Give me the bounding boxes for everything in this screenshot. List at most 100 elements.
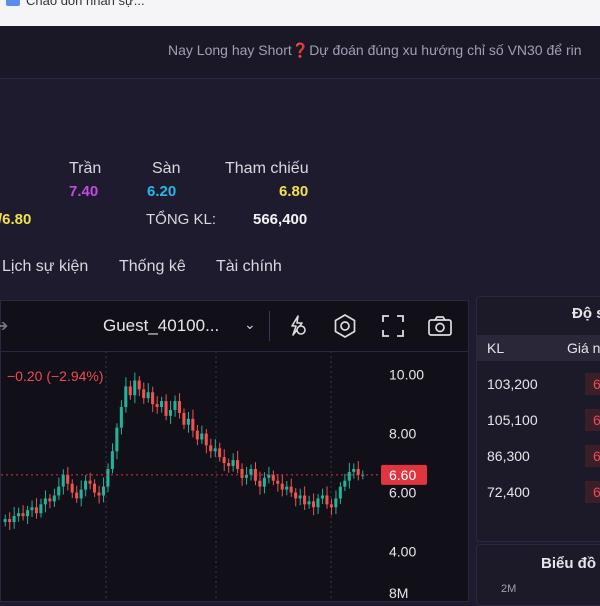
total-volume-value: 566,400	[253, 211, 308, 228]
candle-body	[39, 504, 43, 514]
floor-label: Sàn	[152, 160, 181, 177]
candle-body	[231, 460, 235, 466]
order-price-4: 6	[585, 481, 600, 503]
candle-body	[320, 495, 324, 499]
candle-body	[218, 448, 222, 458]
order-price-2: 6	[585, 409, 600, 431]
order-price-1: 6	[585, 373, 600, 395]
candle-body	[3, 519, 7, 523]
candle-body	[303, 495, 307, 505]
y-axis-tick: 4.00	[389, 544, 416, 560]
candle-body	[21, 513, 25, 517]
reference-value: 6.80	[279, 183, 309, 200]
candle-body	[311, 501, 316, 508]
candle-body	[48, 498, 52, 502]
candle-body	[79, 489, 83, 499]
order-price-3: 6	[585, 445, 600, 467]
volume-chart-title: Biểu đồ	[541, 555, 596, 572]
candle-body	[200, 433, 204, 440]
candle-body	[164, 401, 168, 416]
candle-body	[92, 483, 97, 493]
candle-body	[213, 448, 217, 452]
chart-toolbar: ➔ Guest_40100... ⌄	[0, 301, 468, 352]
candle-body	[75, 492, 79, 499]
order-book-panel: Độ s KL Giá n 103,200 6 105,100 6 86,300…	[476, 296, 600, 542]
candle-body	[249, 468, 253, 475]
volume-chart-tick: 2M	[501, 583, 517, 595]
candle-body	[8, 519, 12, 523]
candle-body	[280, 483, 284, 490]
candle-body	[195, 430, 199, 440]
candle-body	[325, 495, 329, 505]
candle-body	[101, 486, 105, 496]
candle-body	[173, 401, 177, 410]
camera-icon[interactable]	[427, 313, 453, 339]
candle-body	[128, 386, 132, 396]
candle-body	[70, 483, 74, 493]
candle-body	[88, 480, 92, 484]
reference-label: Tham chiếu	[225, 160, 309, 177]
tab-event-history[interactable]: Lịch sự kiện	[2, 258, 88, 276]
price-change-text: −0.20 (−2.94%)	[7, 368, 104, 384]
candle-body	[151, 392, 155, 405]
tab-title[interactable]: Chào đón nhân sự...	[26, 0, 145, 8]
ceiling-label: Trần	[69, 160, 102, 177]
layout-name-button[interactable]: Guest_40100...	[103, 316, 219, 336]
candle-body	[30, 507, 34, 511]
quick-search-icon[interactable]	[284, 313, 310, 339]
candle-body	[61, 474, 65, 487]
candle-body	[186, 418, 190, 425]
order-book-title: Độ s	[572, 305, 600, 322]
candle-body	[155, 404, 159, 408]
toolbar-divider	[269, 311, 270, 341]
candle-body	[124, 386, 128, 408]
candle-body	[66, 474, 70, 484]
y-axis-tick: 6.00	[389, 485, 416, 501]
candle-body	[97, 492, 101, 496]
favicon-icon	[6, 0, 20, 6]
tab-finance[interactable]: Tài chính	[216, 258, 282, 276]
y-axis-tick: 8.00	[389, 426, 416, 442]
candle-body	[329, 504, 333, 508]
candle-body	[146, 392, 150, 399]
candle-body	[119, 407, 123, 428]
candle-body	[240, 468, 244, 478]
candle-body	[298, 495, 302, 499]
candle-body	[235, 460, 240, 469]
candle-body	[338, 486, 342, 499]
chevron-down-icon[interactable]: ⌄	[244, 316, 256, 333]
promo-banner[interactable]: Nay Long hay Short❓Dự đoán đúng xu hướng…	[0, 26, 600, 79]
candle-body	[182, 412, 186, 425]
settings-gear-icon[interactable]	[332, 313, 358, 339]
order-volume-1: 103,200	[487, 376, 538, 392]
candle-body	[343, 480, 347, 487]
candle-body	[294, 492, 298, 499]
last-price-label: 6.60	[389, 467, 416, 483]
candle-body	[307, 501, 311, 505]
order-volume-4: 72,400	[487, 484, 530, 500]
banner-text-part1: Nay Long hay Short	[168, 42, 292, 58]
price-chart[interactable]: −0.20 (−2.94%) 10.00 8.00 6.00 4.00 6.60 8M	[1, 351, 468, 601]
candle-body	[191, 418, 195, 431]
candle-body	[227, 463, 231, 466]
browser-tab-strip: Chào đón nhân sự...	[0, 0, 600, 26]
candle-body	[43, 498, 47, 505]
candle-body	[133, 380, 137, 396]
fullscreen-icon[interactable]	[380, 313, 406, 339]
arrow-right-icon[interactable]: ➔	[0, 316, 8, 336]
tab-statistics[interactable]: Thống kê	[119, 258, 186, 276]
candle-body	[209, 445, 213, 452]
candle-body	[316, 498, 320, 508]
candle-body	[106, 468, 110, 487]
question-icon: ❓	[291, 42, 310, 58]
candle-body	[222, 457, 226, 464]
candle-body	[347, 471, 351, 481]
candle-body	[84, 480, 88, 490]
ceiling-value: 7.40	[69, 183, 99, 200]
candle-body	[204, 433, 208, 446]
candle-body	[271, 474, 275, 481]
chart-panel: ➔ Guest_40100... ⌄ −0.20 (−2.94%) 10.00 8…	[0, 300, 469, 602]
y-axis-tick: 10.00	[389, 367, 424, 383]
candle-body	[52, 495, 56, 502]
banner-text-part2: Dự đoán đúng xu hướng chỉ số VN30 để rin	[309, 42, 582, 58]
